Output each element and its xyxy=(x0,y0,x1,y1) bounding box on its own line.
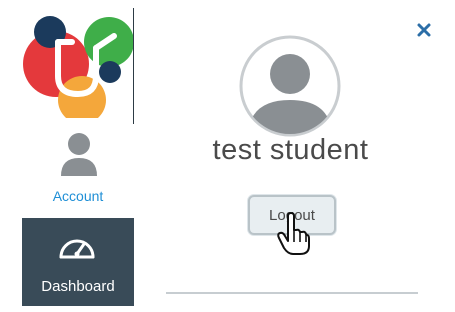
dashboard-gauge-icon xyxy=(59,239,95,259)
nav-item-dashboard-label: Dashboard xyxy=(41,278,115,295)
nav-item-dashboard[interactable]: Dashboard xyxy=(22,218,134,306)
global-navigation: Account Dashboard xyxy=(22,0,134,312)
tray-divider xyxy=(166,292,418,294)
user-display-name: test student xyxy=(212,134,369,166)
hand-pointer-icon xyxy=(277,212,310,255)
account-avatar-icon xyxy=(61,133,97,176)
profile-tray: test student Logout xyxy=(134,0,455,312)
logo-icon xyxy=(23,16,134,124)
institution-logo[interactable] xyxy=(22,8,134,124)
close-icon[interactable] xyxy=(416,22,432,38)
nav-item-account-label: Account xyxy=(52,188,104,204)
profile-avatar xyxy=(239,35,341,137)
nav-item-account[interactable]: Account xyxy=(22,124,134,214)
